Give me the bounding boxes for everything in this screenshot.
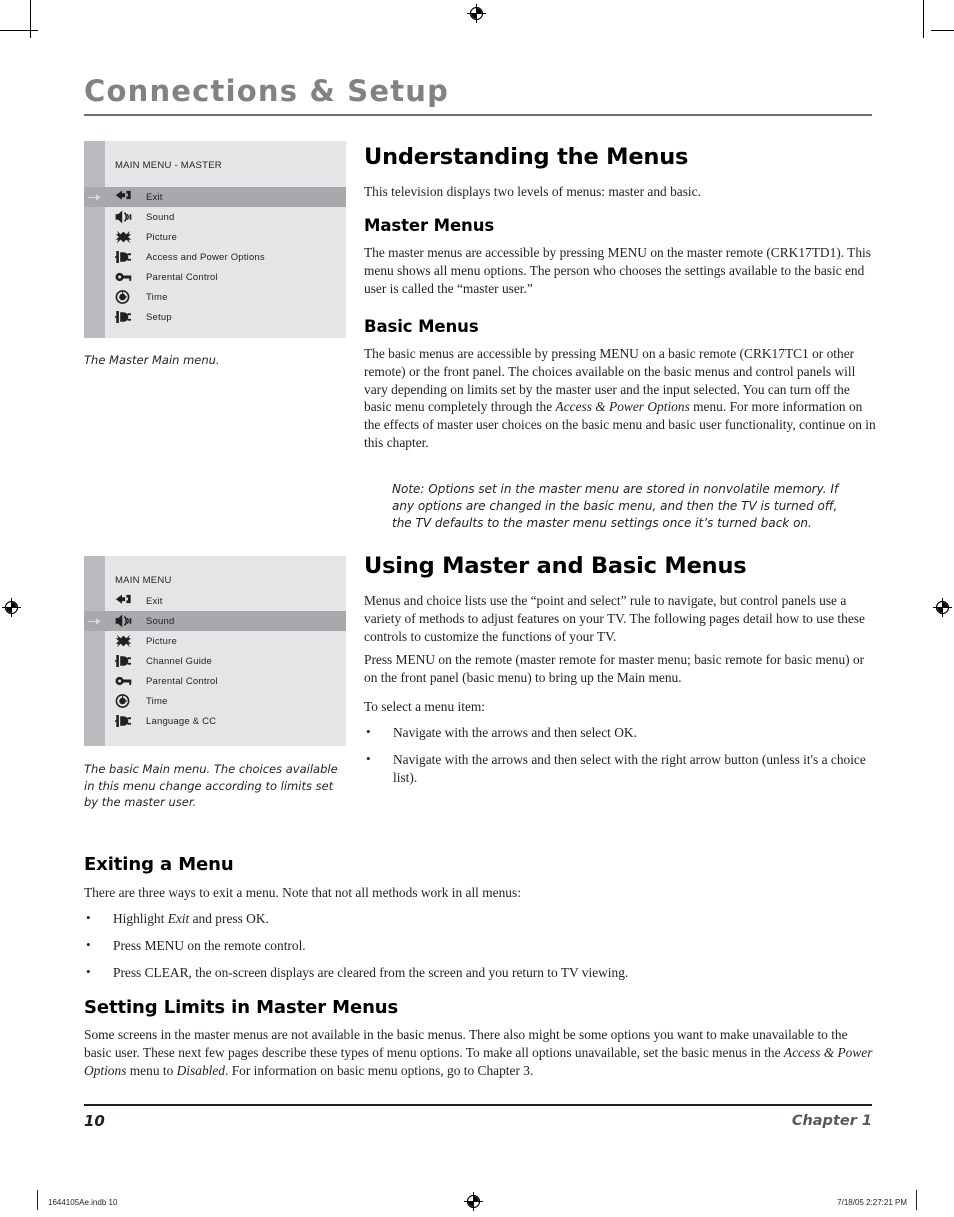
exiting-a-menu-heading: Exiting a Menu	[84, 854, 234, 875]
menu-selection-arrow-indicator	[84, 611, 105, 631]
exiting-a-menu-bullet-list: Highlight Exit and press OK. Press MENU …	[84, 909, 874, 990]
speaker-sound-icon	[113, 613, 133, 629]
setting-limits-heading: Setting Limits in Master Menus	[84, 997, 399, 1018]
master-menus-paragraph: The master menus are accessible by press…	[364, 245, 871, 296]
document-page: Connections & Setup MAIN MENU - MASTER E…	[0, 0, 954, 1217]
slug-rule-left	[37, 1190, 38, 1210]
speaker-sound-icon	[113, 209, 133, 225]
understanding-the-menus-heading: Understanding the Menus	[364, 144, 689, 170]
bullet-text-pre: Highlight	[113, 911, 168, 926]
using-menus-paragraph-3: To select a menu item:	[364, 699, 486, 714]
understanding-intro-paragraph: This television displays two levels of m…	[364, 184, 701, 199]
registration-mark-left	[2, 598, 21, 617]
master-menus-heading: Master Menus	[364, 216, 495, 235]
using-menus-paragraph-1: Menus and choice lists use the “point an…	[364, 593, 865, 644]
plug-connector-icon	[113, 249, 133, 265]
basic-menu-caption: The basic Main menu. The choices availab…	[84, 762, 338, 809]
menu-item-picture[interactable]: Picture	[105, 631, 346, 651]
basic-main-menu-figure: MAIN MENU Exit Sound Picture Channel Gui…	[84, 556, 346, 746]
menu-item-language-and-cc[interactable]: Language & CC	[105, 711, 346, 731]
list-item: Press CLEAR, the on-screen displays are …	[84, 963, 874, 982]
plug-connector-icon	[113, 713, 133, 729]
crop-mark-top-right-vertical	[923, 0, 924, 38]
list-item: Highlight Exit and press OK.	[84, 909, 874, 928]
slug-rule-right	[916, 1190, 917, 1210]
crop-mark-top-right-horizontal	[931, 30, 954, 31]
menu-item-sound[interactable]: Sound	[105, 207, 346, 227]
key-lock-icon	[113, 673, 133, 689]
key-lock-icon	[113, 269, 133, 285]
menu-item-access-and-power-options[interactable]: Access and Power Options	[105, 247, 346, 267]
registration-mark-bottom	[464, 1192, 483, 1211]
master-main-menu-figure: MAIN MENU - MASTER Exit Sound Picture Ac…	[84, 141, 346, 338]
clock-icon	[113, 289, 133, 305]
right-arrow-icon	[88, 193, 101, 201]
picture-icon	[113, 229, 133, 245]
disabled-emphasis: Disabled	[176, 1062, 225, 1078]
menu-item-time[interactable]: Time	[105, 691, 346, 711]
bullet-text-post: and press OK.	[189, 911, 269, 926]
menu-selection-arrow-indicator	[84, 187, 105, 207]
master-menu-caption: The Master Main menu.	[84, 353, 220, 367]
menu-item-exit[interactable]: Exit	[105, 591, 346, 611]
crop-mark-top-left-vertical	[30, 0, 31, 38]
menu-item-channel-guide[interactable]: Channel Guide	[105, 651, 346, 671]
chapter-label: Chapter 1	[791, 1113, 872, 1129]
basic-menus-note: Note: Options set in the master menu are…	[392, 482, 839, 530]
menu-item-picture[interactable]: Picture	[105, 227, 346, 247]
list-item: Navigate with the arrows and then select…	[364, 750, 876, 787]
using-menus-paragraph-2: Press MENU on the remote (master remote …	[364, 652, 865, 685]
title-divider	[84, 114, 872, 116]
page-number: 10	[84, 1112, 105, 1130]
basic-menus-heading: Basic Menus	[364, 317, 479, 336]
using-master-and-basic-menus-heading: Using Master and Basic Menus	[364, 553, 747, 579]
menu-left-rail	[84, 141, 105, 338]
master-menu-list: Exit Sound Picture Access and Power Opti…	[105, 187, 346, 327]
basic-menus-paragraph: The basic menus are accessible by pressi…	[364, 345, 879, 452]
menu-item-exit[interactable]: Exit	[105, 187, 346, 207]
menu-item-setup[interactable]: Setup	[105, 307, 346, 327]
exit-arrow-icon	[113, 593, 133, 609]
footer-divider	[84, 1104, 872, 1106]
menu-item-parental-control[interactable]: Parental Control	[105, 267, 346, 287]
select-menu-item-bullet-list: Navigate with the arrows and then select…	[364, 723, 876, 795]
registration-mark-top	[467, 4, 486, 23]
clock-icon	[113, 693, 133, 709]
menu-item-sound[interactable]: Sound	[105, 611, 346, 631]
print-slug-timestamp: 7/18/05 2:27:21 PM	[837, 1198, 907, 1207]
menu-item-time[interactable]: Time	[105, 287, 346, 307]
setting-limits-part1: Some screens in the master menus are not…	[84, 1027, 848, 1060]
plug-connector-icon	[113, 653, 133, 669]
print-slug-filename: 1644105Ae.indb 10	[48, 1198, 118, 1207]
setting-limits-part2: menu to	[126, 1062, 177, 1078]
menu-item-parental-control[interactable]: Parental Control	[105, 671, 346, 691]
basic-menu-list: Exit Sound Picture Channel Guide Parenta…	[105, 591, 346, 731]
exiting-a-menu-intro: There are three ways to exit a menu. Not…	[84, 885, 521, 900]
setting-limits-part3: . For information on basic menu options,…	[225, 1062, 534, 1078]
registration-mark-right	[933, 598, 952, 617]
menu-left-rail	[84, 556, 105, 746]
basic-menu-heading: MAIN MENU	[115, 575, 172, 586]
right-arrow-icon	[88, 617, 101, 625]
page-title: Connections & Setup	[84, 74, 450, 108]
plug-connector-icon	[113, 309, 133, 325]
list-item: Navigate with the arrows and then select…	[364, 723, 876, 742]
setting-limits-paragraph: Some screens in the master menus are not…	[84, 1026, 876, 1079]
crop-mark-top-left-horizontal	[0, 30, 38, 31]
picture-icon	[113, 633, 133, 649]
list-item: Press MENU on the remote control.	[84, 936, 874, 955]
master-menu-heading: MAIN MENU - MASTER	[115, 160, 222, 171]
access-power-options-emphasis: Access & Power Options	[555, 399, 690, 415]
exit-emphasis: Exit	[167, 911, 190, 926]
exit-arrow-icon	[113, 189, 133, 205]
